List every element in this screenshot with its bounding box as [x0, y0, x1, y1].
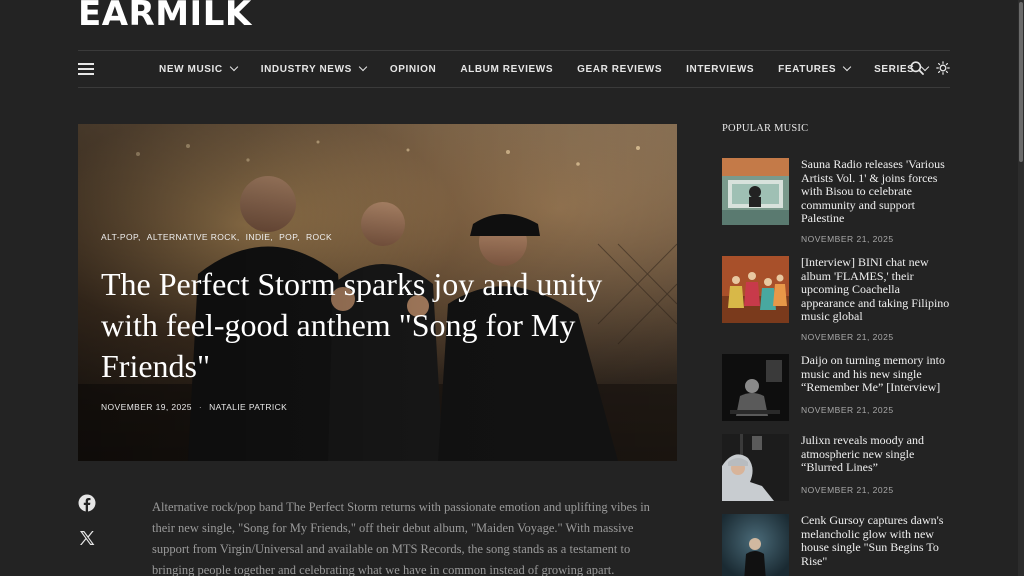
sidebar-heading: POPULAR MUSIC [722, 123, 809, 134]
share-buttons [78, 494, 96, 564]
nav-item-label: OPINION [389, 63, 437, 75]
popular-item-thumbnail[interactable] [722, 514, 789, 576]
tag-link[interactable]: ROCK [306, 232, 332, 242]
tag-link[interactable]: POP, [279, 232, 300, 242]
nav-item-label: ALBUM REVIEWS [460, 63, 554, 75]
page-scrollbar[interactable] [1018, 0, 1024, 576]
nav-item-features[interactable]: FEATURES [778, 62, 852, 75]
popular-item-date: NOVEMBER 21, 2025 [801, 332, 894, 342]
tag-link[interactable]: INDIE, [246, 232, 273, 242]
popular-music-sidebar: POPULAR MUSIC Sauna Radio releases 'Vari… [722, 118, 950, 576]
nav-item-label: GEAR REVIEWS [577, 63, 663, 75]
nav-item-label: INDUSTRY NEWS [260, 63, 352, 75]
nav-item-interviews[interactable]: INTERVIEWS [686, 64, 754, 75]
nav-item-label: NEW MUSIC [159, 63, 223, 75]
popular-item-thumbnail[interactable] [722, 158, 789, 225]
nav-item-opinion[interactable]: OPINION [390, 64, 436, 75]
popular-item-title[interactable]: Cenk Gursoy captures dawn's melancholic … [801, 513, 950, 568]
popular-item-thumbnail[interactable] [722, 256, 789, 323]
popular-item-title[interactable]: Daijo on turning memory into music and h… [801, 353, 950, 395]
sun-icon[interactable] [936, 61, 950, 75]
popular-item-date: NOVEMBER 21, 2025 [801, 234, 894, 244]
nav-item-label: FEATURES [778, 63, 837, 75]
hero-tags: ALT-POP, ALTERNATIVE ROCK, INDIE, POP, R… [101, 232, 338, 242]
popular-item-thumbnail[interactable] [722, 354, 789, 421]
tag-link[interactable]: ALT-POP, [101, 232, 141, 242]
meta-separator: · [198, 402, 203, 412]
nav-item-industry-news[interactable]: INDUSTRY NEWS [260, 62, 368, 75]
chevron-down-icon [358, 62, 368, 72]
hero-title[interactable]: The Perfect Storm sparks joy and unity w… [101, 264, 631, 387]
chevron-down-icon [842, 62, 852, 72]
search-icon[interactable] [910, 61, 924, 75]
hamburger-menu-icon[interactable] [78, 62, 94, 76]
popular-item-date: NOVEMBER 21, 2025 [801, 485, 894, 495]
popular-item-thumbnail[interactable] [722, 434, 789, 501]
popular-item-title[interactable]: Julixn reveals moody and atmospheric new… [801, 433, 950, 475]
publish-date: NOVEMBER 19, 2025 [101, 402, 192, 412]
article-intro: Alternative rock/pop band The Perfect St… [152, 500, 650, 576]
site-logo[interactable]: EARMILK [78, 0, 252, 34]
nav-item-album-reviews[interactable]: ALBUM REVIEWS [460, 64, 553, 75]
nav-tools [898, 61, 950, 75]
nav-item-gear-reviews[interactable]: GEAR REVIEWS [577, 64, 662, 75]
tag-link[interactable]: ALTERNATIVE ROCK, [147, 232, 240, 242]
author-link[interactable]: NATALIE PATRICK [209, 402, 287, 412]
nav-item-new-music[interactable]: NEW MUSIC [159, 62, 238, 75]
nav-menu: NEW MUSIC INDUSTRY NEWS OPINION ALBUM RE… [159, 51, 952, 87]
popular-item-date: NOVEMBER 21, 2025 [801, 405, 894, 415]
chevron-down-icon [229, 62, 238, 72]
hero-meta: NOVEMBER 19, 2025 · NATALIE PATRICK [101, 402, 287, 412]
main-navigation: NEW MUSIC INDUSTRY NEWS OPINION ALBUM RE… [78, 50, 950, 88]
popular-item-title[interactable]: Sauna Radio releases 'Various Artists Vo… [801, 157, 950, 226]
facebook-icon[interactable] [78, 494, 96, 517]
hero-feature-card[interactable]: ALT-POP, ALTERNATIVE ROCK, INDIE, POP, R… [78, 124, 677, 461]
nav-item-label: INTERVIEWS [686, 63, 755, 75]
scrollbar-thumb[interactable] [1019, 2, 1023, 162]
popular-item-title[interactable]: [Interview] BINI chat new album 'FLAMES,… [801, 255, 950, 324]
x-icon[interactable] [78, 529, 96, 552]
